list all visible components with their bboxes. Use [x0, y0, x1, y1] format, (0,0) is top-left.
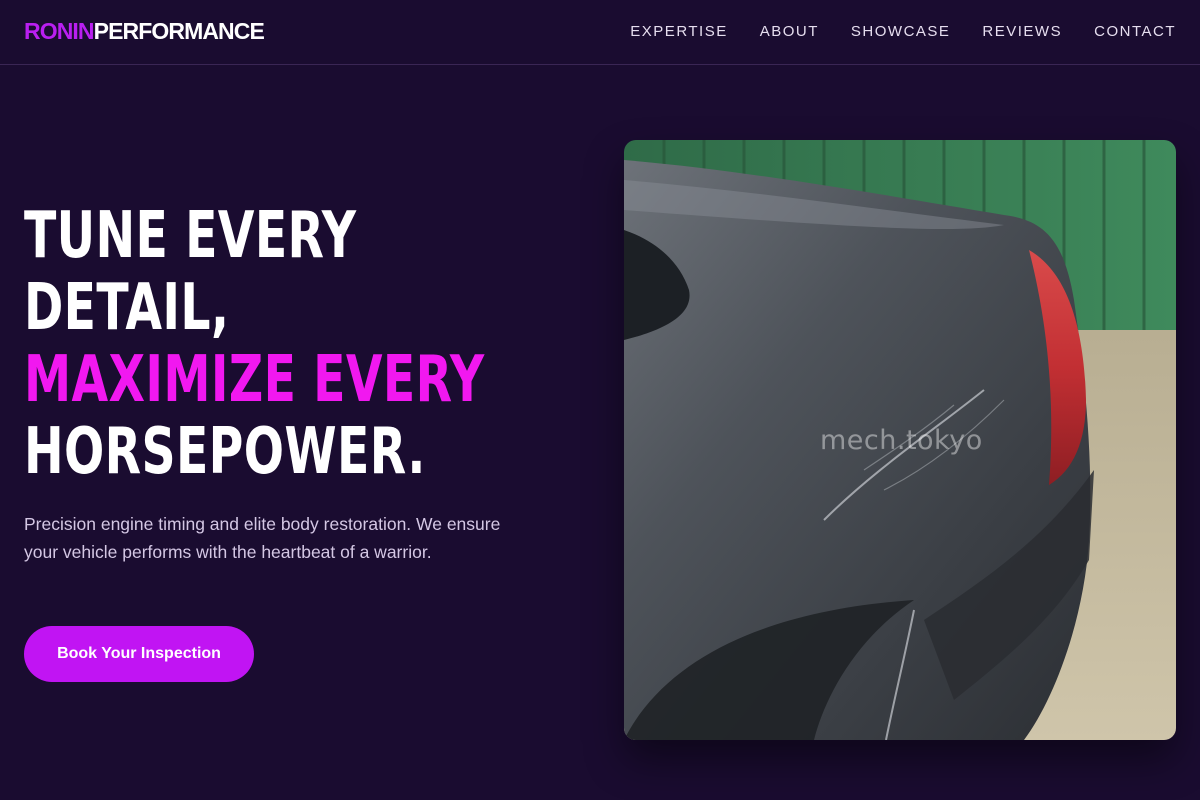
hero-subtitle: Precision engine timing and elite body r…: [24, 514, 501, 562]
nav-link-contact[interactable]: CONTACT: [1094, 22, 1176, 42]
brand-logo-accent: RONIN: [24, 18, 95, 44]
hero-headline: TUNE EVERY DETAIL, MAXIMIZE EVERY HORSEP…: [24, 200, 564, 488]
brand-logo[interactable]: RONINPERFORMANCE: [24, 17, 265, 45]
nav-link-expertise[interactable]: EXPERTISE: [630, 22, 727, 42]
book-inspection-button[interactable]: Book Your Inspection: [24, 626, 254, 682]
hero-headline-line: HORSEPOWER.: [24, 415, 426, 489]
hero-headline-accent-line: MAXIMIZE EVERY: [24, 343, 485, 417]
nav-link-reviews[interactable]: REVIEWS: [982, 22, 1062, 42]
site-header: RONINPERFORMANCE EXPERTISE ABOUT SHOWCAS…: [0, 0, 1200, 65]
brand-logo-main: PERFORMANCE: [93, 18, 265, 44]
hero-headline-line: DETAIL,: [24, 271, 230, 345]
nav-link-showcase[interactable]: SHOWCASE: [851, 22, 951, 42]
main-nav: EXPERTISE ABOUT SHOWCASE REVIEWS CONTACT: [630, 22, 1176, 42]
landing-page: RONINPERFORMANCE EXPERTISE ABOUT SHOWCAS…: [0, 0, 1200, 800]
hero-headline-line: TUNE EVERY: [24, 199, 357, 273]
image-watermark: mech.tokyo: [820, 425, 983, 456]
nav-link-about[interactable]: ABOUT: [760, 22, 819, 42]
hero-car-image: mech.tokyo: [624, 140, 1176, 740]
